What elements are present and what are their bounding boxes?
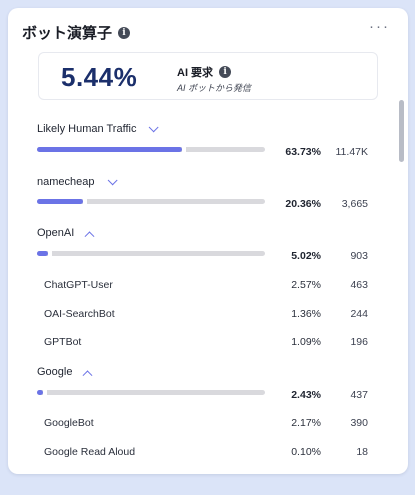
list-item-gptbot: GPTBot bbox=[44, 336, 82, 348]
group-count: 3,665 bbox=[341, 198, 368, 210]
share-bar bbox=[37, 146, 265, 153]
item-count: 196 bbox=[350, 336, 368, 348]
share-bar bbox=[37, 389, 265, 396]
group-toggle-openai[interactable]: OpenAI bbox=[37, 227, 95, 241]
scrollbar-thumb[interactable] bbox=[399, 100, 404, 162]
list-item-googlebot: GoogleBot bbox=[44, 417, 94, 429]
bar-divider bbox=[182, 146, 186, 153]
bar-divider bbox=[83, 198, 87, 205]
group-count: 437 bbox=[350, 389, 368, 401]
share-bar bbox=[37, 250, 265, 257]
list-item-oai-searchbot: OAI-SearchBot bbox=[44, 308, 115, 320]
item-percent: 2.57% bbox=[291, 279, 321, 291]
share-bar-fill bbox=[37, 199, 83, 204]
item-percent: 1.09% bbox=[291, 336, 321, 348]
group-label: OpenAI bbox=[37, 227, 75, 239]
item-count: 463 bbox=[350, 279, 368, 291]
list-item-google-read-aloud: Google Read Aloud bbox=[44, 446, 136, 458]
group-toggle-google[interactable]: Google bbox=[37, 366, 93, 380]
bar-divider bbox=[43, 389, 47, 396]
group-count: 11.47K bbox=[335, 146, 369, 158]
bar-divider bbox=[48, 250, 52, 257]
bot-operators-card: ボット演算子 i ··· 5.44% AI 要求 i AI ボットから発信 Li… bbox=[8, 8, 408, 474]
chevron-up-icon bbox=[84, 230, 95, 241]
chevron-down-icon bbox=[149, 121, 160, 132]
group-percent: 5.02% bbox=[291, 250, 321, 262]
group-percent: 63.73% bbox=[285, 146, 321, 158]
item-percent: 0.10% bbox=[291, 446, 321, 458]
chevron-up-icon bbox=[83, 369, 93, 380]
group-toggle-namecheap[interactable]: namecheap bbox=[37, 174, 118, 188]
item-percent: 1.36% bbox=[291, 308, 321, 320]
item-count: 244 bbox=[350, 308, 368, 320]
chevron-down-icon bbox=[107, 174, 118, 185]
group-label: Google bbox=[37, 366, 73, 378]
share-bar-fill bbox=[37, 147, 182, 152]
share-bar-fill bbox=[37, 251, 48, 256]
group-percent: 2.43% bbox=[291, 389, 321, 401]
group-percent: 20.36% bbox=[285, 198, 321, 210]
list-item-chatgpt-user: ChatGPT-User bbox=[44, 279, 113, 291]
item-percent: 2.17% bbox=[291, 417, 321, 429]
group-label: namecheap bbox=[37, 176, 95, 188]
share-bar bbox=[37, 198, 265, 205]
item-count: 18 bbox=[356, 446, 368, 458]
group-label: Likely Human Traffic bbox=[37, 123, 137, 135]
item-count: 390 bbox=[350, 417, 368, 429]
group-toggle-likely-human-traffic[interactable]: Likely Human Traffic bbox=[37, 121, 160, 135]
operator-list: Likely Human Traffic 63.73% 11.47K namec… bbox=[8, 8, 408, 474]
group-count: 903 bbox=[350, 250, 368, 262]
